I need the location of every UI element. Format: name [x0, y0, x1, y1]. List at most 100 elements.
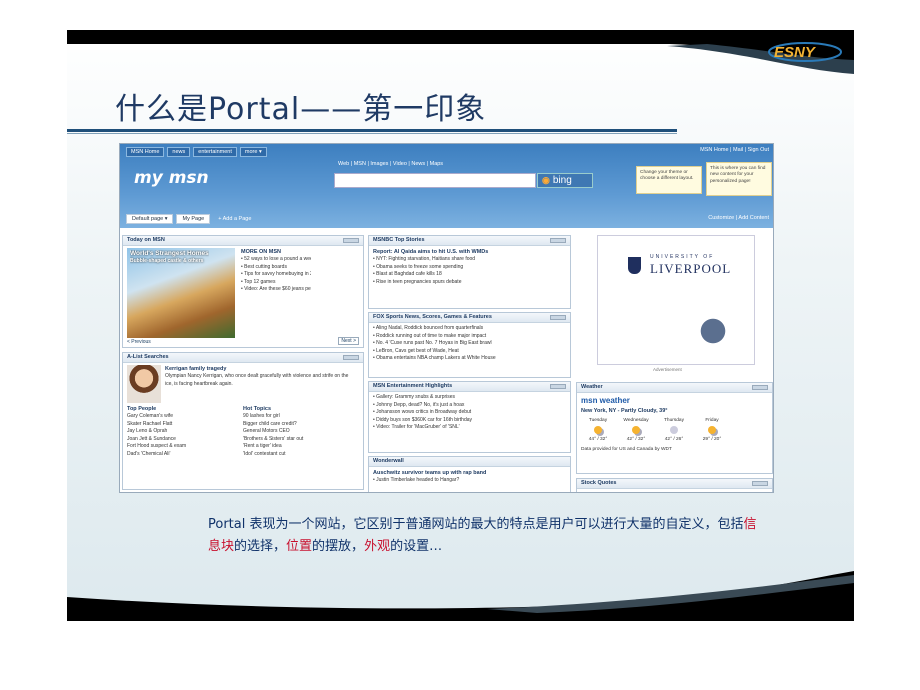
a-list-searches-module: A-List Searches Kerrigan family tragedy O…	[122, 352, 364, 490]
more-on-msn-list: MORE ON MSN • 52 ways to lose a pound a …	[241, 248, 311, 338]
top-decoration	[67, 30, 854, 74]
advertisement-label: Advertisement	[653, 367, 682, 372]
list-item[interactable]: • Top 12 games	[241, 279, 311, 287]
msn-header: MSN Home news entertainment more ▾ MSN H…	[120, 144, 773, 228]
msnbc-headline[interactable]: Report: Al Qaida aims to hit U.S. with W…	[373, 248, 566, 256]
top-people-heading: Top People	[127, 406, 157, 412]
search-verticals[interactable]: Web | MSN | Images | Video | News | Maps	[338, 161, 443, 167]
weather-module: Weather msn weather New York, NY - Partl…	[576, 382, 773, 474]
forecast-row: Tuesday 44° / 32° Wednesday 42° / 32° Thur…	[581, 417, 768, 443]
list-item[interactable]: 'Brothers & Sisters' star out	[243, 436, 353, 444]
strangest-homes-image[interactable]: World's Strangest Homes Bubble-shaped cas…	[127, 248, 235, 338]
list-item[interactable]: Gary Coleman's wife	[127, 413, 237, 421]
list-item[interactable]: 'Rent a tiger' idea	[243, 443, 353, 451]
forecast-day: Tuesday 44° / 32°	[588, 418, 608, 443]
slide-title: 什么是Portal——第一印象	[115, 92, 487, 127]
previous-link[interactable]: < Previous	[127, 339, 151, 345]
nav-tab-msn-home[interactable]: MSN Home	[126, 147, 165, 157]
svg-text:ESNY: ESNY	[774, 44, 817, 61]
nav-tab-more[interactable]: more ▾	[239, 147, 267, 157]
module-menu-button[interactable]	[550, 238, 566, 243]
list-item[interactable]: • 52 ways to lose a pound a week	[241, 256, 311, 264]
module-header: Today on MSN	[123, 236, 363, 246]
company-logo: ESNY	[768, 42, 842, 62]
tab-my-page[interactable]: My Page	[176, 214, 211, 224]
list-item[interactable]: • Rise in teen pregnancies spurs debate	[373, 279, 566, 287]
list-item[interactable]: • LeBron, Cavs get best of Wade, Heat	[373, 348, 566, 356]
list-item[interactable]: • Johansson wows critics in Broadway deb…	[373, 409, 566, 417]
module-title: MSNBC Top Stories	[373, 237, 425, 243]
next-button[interactable]: Next >	[338, 337, 359, 345]
module-header: MSNBC Top Stories	[369, 236, 570, 246]
msnbc-module: MSNBC Top Stories Report: Al Qaida aims …	[368, 235, 571, 309]
bing-search-button[interactable]: ◉ bing	[537, 173, 593, 188]
list-item[interactable]: • Tips for savvy homebuying in 2010	[241, 271, 311, 279]
wonderwall-module: Wonderwall Auschwitz survivor teams up w…	[368, 456, 571, 492]
module-menu-button[interactable]	[343, 355, 359, 360]
module-header: MSN Entertainment Highlights	[369, 382, 570, 392]
list-item[interactable]: • Video: Trailer for 'MacGruber' of 'SNL…	[373, 424, 566, 432]
weather-location[interactable]: New York, NY - Partly Cloudy, 39°	[581, 407, 768, 415]
module-title: Wonderwall	[373, 458, 404, 464]
msn-nav-tabs: MSN Home news entertainment more ▾	[126, 147, 267, 157]
module-menu-button[interactable]	[343, 238, 359, 243]
module-menu-button[interactable]	[752, 385, 768, 390]
list-item[interactable]: 90 lashes for girl	[243, 413, 353, 421]
forecast-day: Friday 29° / 20°	[702, 418, 722, 443]
module-menu-button[interactable]	[550, 384, 566, 389]
alist-headline[interactable]: Kerrigan family tragedy	[165, 365, 355, 373]
list-item[interactable]: Skater Rachael Flatt	[127, 421, 237, 429]
list-item[interactable]: • Blast at Baghdad cafe kills 18	[373, 271, 566, 279]
search-icon: ◉	[542, 175, 550, 185]
theme-tip: Change your theme or choose a different …	[636, 166, 702, 194]
list-item[interactable]: • NYT: Fighting starvation, Haitians sha…	[373, 256, 566, 264]
ad-university-label: UNIVERSITY OF	[650, 254, 715, 260]
list-item[interactable]: • Justin Timberlake headed to Hangar?	[373, 477, 566, 485]
list-item[interactable]: • Johnny Depp, dead? No, it's just a hoa…	[373, 402, 566, 410]
module-menu-button[interactable]	[550, 315, 566, 320]
list-item[interactable]: • No. 4 'Cuse runs past No. 7 Hoyas in B…	[373, 340, 566, 348]
wonderwall-headline[interactable]: Auschwitz survivor teams up with rap ban…	[373, 469, 566, 477]
forecast-day: Thursday 42° / 26°	[664, 418, 684, 443]
list-item[interactable]: Bigger child care credit?	[243, 421, 353, 429]
liverpool-advertisement[interactable]: UNIVERSITY OF LIVERPOOL	[597, 235, 755, 365]
hot-topics-heading: Hot Topics	[243, 406, 272, 412]
nav-tab-entertainment[interactable]: entertainment	[193, 147, 237, 157]
list-item[interactable]: General Motors CEO	[243, 428, 353, 436]
nav-tab-news[interactable]: news	[167, 147, 191, 157]
forecast-day: Wednesday 42° / 32°	[623, 418, 649, 443]
module-header: Stock Quotes	[577, 479, 772, 489]
more-heading: MORE ON MSN	[241, 249, 282, 255]
list-item[interactable]: • Best cutting boards	[241, 264, 311, 272]
list-item[interactable]: Joan Jett & Sundance	[127, 436, 237, 444]
msn-weather-logo: msn weather	[581, 396, 630, 405]
list-item[interactable]: Fort Hood suspect & exam	[127, 443, 237, 451]
alist-description: Olympian Nancy Kerrigan, who once dealt …	[165, 373, 349, 387]
list-item[interactable]: • Gallery: Grammy snubs & surprises	[373, 394, 566, 402]
module-menu-button[interactable]	[752, 481, 768, 486]
my-msn-logo: my msn	[134, 168, 209, 188]
tab-default-page[interactable]: Default page ▾	[126, 214, 174, 224]
list-item[interactable]: • Obama seeks to freeze some spending	[373, 264, 566, 272]
msn-screenshot: MSN Home news entertainment more ▾ MSN H…	[119, 143, 774, 493]
list-item[interactable]: Jay Leno & Oprah	[127, 428, 237, 436]
customize-links[interactable]: Customize | Add Content	[708, 215, 769, 221]
partly-cloudy-icon	[594, 426, 602, 435]
module-title: Weather	[581, 384, 603, 390]
add-page-link[interactable]: + Add a Page	[213, 215, 256, 223]
hot-topics-list: Hot Topics 90 lashes for girl Bigger chi…	[243, 405, 353, 458]
list-item[interactable]: 'Idol' contestant cut	[243, 451, 353, 459]
module-header: Weather	[577, 383, 772, 393]
list-item[interactable]: • Aling Nadal, Roddick bounced from quar…	[373, 325, 566, 333]
module-title: A-List Searches	[127, 354, 169, 360]
list-item[interactable]: • Diddy buys son $360K car for 16th birt…	[373, 417, 566, 425]
kerrigan-photo[interactable]	[127, 365, 161, 403]
search-input[interactable]	[334, 173, 536, 188]
university-crest-icon	[628, 257, 641, 274]
image-title: World's Strangest Homes	[130, 250, 209, 257]
list-item[interactable]: • Video: Are these $60 jeans perfect?	[241, 286, 311, 294]
list-item[interactable]: • Roddick running out of time to make ma…	[373, 333, 566, 341]
list-item[interactable]: Dad's 'Chemical Ali'	[127, 451, 237, 459]
account-links[interactable]: MSN Home | Mail | Sign Out	[700, 147, 769, 153]
list-item[interactable]: • Obama entertains NBA champ Lakers at W…	[373, 355, 566, 363]
